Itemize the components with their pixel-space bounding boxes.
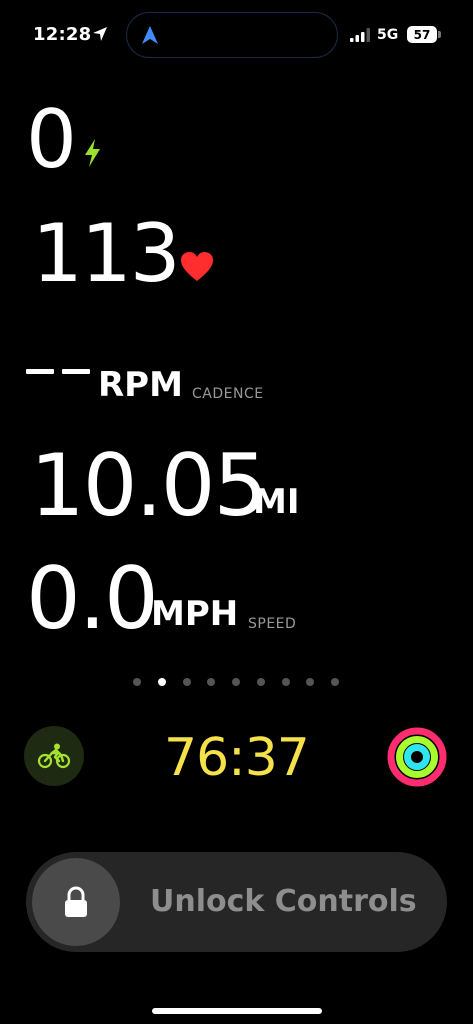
speed-label: SPEED <box>248 616 297 632</box>
power-bolt-icon <box>85 139 100 167</box>
lock-icon <box>65 886 87 917</box>
unlock-controls-label: Unlock Controls <box>150 884 417 919</box>
activity-rings-icon[interactable] <box>387 727 447 787</box>
cycling-icon <box>37 743 71 769</box>
navigation-arrow-icon <box>142 26 158 44</box>
heart-rate-value: 113 <box>32 207 181 300</box>
cadence-label: CADENCE <box>192 386 264 402</box>
page-dot[interactable] <box>182 678 191 686</box>
home-indicator[interactable] <box>152 1008 322 1014</box>
battery-indicator: 57 <box>407 26 437 43</box>
cadence-placeholder-dashes <box>26 369 90 374</box>
page-indicator[interactable] <box>133 678 339 688</box>
page-dot[interactable] <box>133 678 141 686</box>
speed-value: 0.0 <box>26 549 159 649</box>
workout-type-button[interactable] <box>24 726 84 786</box>
page-dot[interactable] <box>331 678 339 686</box>
power-value: 0 <box>26 93 77 186</box>
elapsed-time: 76:37 <box>164 728 310 788</box>
speed-unit: MPH <box>151 594 239 634</box>
lock-slider-knob[interactable] <box>32 858 120 946</box>
distance-unit: MI <box>253 482 300 522</box>
cadence-unit: RPM <box>98 365 183 405</box>
page-dot[interactable] <box>306 678 315 686</box>
page-dot[interactable] <box>256 678 265 686</box>
page-dot[interactable] <box>281 678 290 686</box>
network-type: 5G <box>377 27 399 43</box>
cellular-signal-icon <box>350 28 370 42</box>
battery-cap <box>438 31 441 38</box>
page-dot[interactable] <box>232 678 240 686</box>
distance-value: 10.05 <box>30 436 268 536</box>
heart-icon <box>181 252 213 281</box>
page-dot-active[interactable] <box>157 678 166 686</box>
location-arrow-icon <box>93 27 107 41</box>
battery-level: 57 <box>413 27 431 42</box>
page-dot[interactable] <box>207 678 216 686</box>
status-time: 12:28 <box>33 24 92 45</box>
